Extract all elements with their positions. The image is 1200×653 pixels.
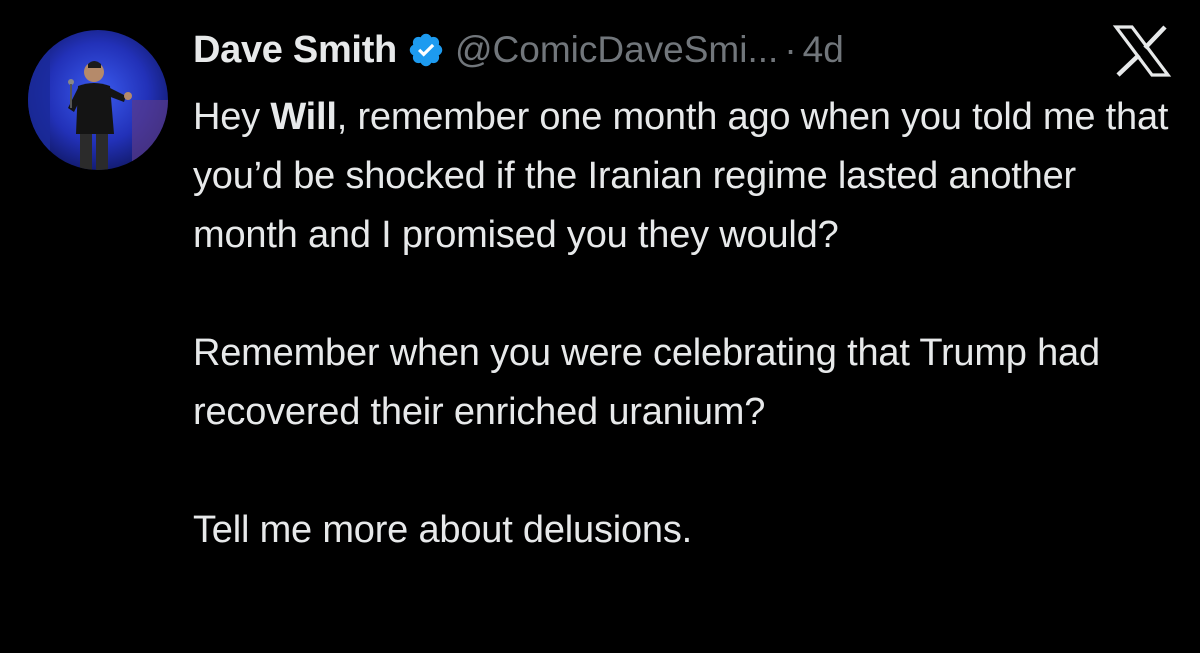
- avatar[interactable]: [28, 30, 168, 170]
- verified-badge-icon: [407, 31, 445, 69]
- tweet-paragraph-2: Remember when you were celebrating that …: [193, 332, 1100, 433]
- tweet-paragraph-1: Hey Will, remember one month ago when yo…: [193, 88, 1183, 265]
- handle[interactable]: @ComicDaveSmi...: [455, 29, 778, 71]
- timestamp[interactable]: 4d: [803, 29, 844, 71]
- tweet-card: Dave Smith @ComicDaveSmi... · 4d Hey Wil…: [0, 0, 1200, 653]
- tweet-text: Hey Will, remember one month ago when yo…: [193, 88, 1183, 560]
- avatar-image: [28, 30, 168, 170]
- x-logo-icon[interactable]: [1112, 24, 1172, 78]
- tweet-paragraph-3: Tell me more about delusions.: [193, 509, 693, 551]
- separator-dot: ·: [784, 29, 797, 70]
- display-name[interactable]: Dave Smith: [193, 29, 397, 72]
- text-segment: , remember one month ago when you told m…: [193, 96, 1169, 256]
- mention-link[interactable]: Will: [270, 96, 337, 138]
- text-segment: Hey: [193, 96, 271, 138]
- tweet-header: Dave Smith @ComicDaveSmi... · 4d: [193, 22, 844, 78]
